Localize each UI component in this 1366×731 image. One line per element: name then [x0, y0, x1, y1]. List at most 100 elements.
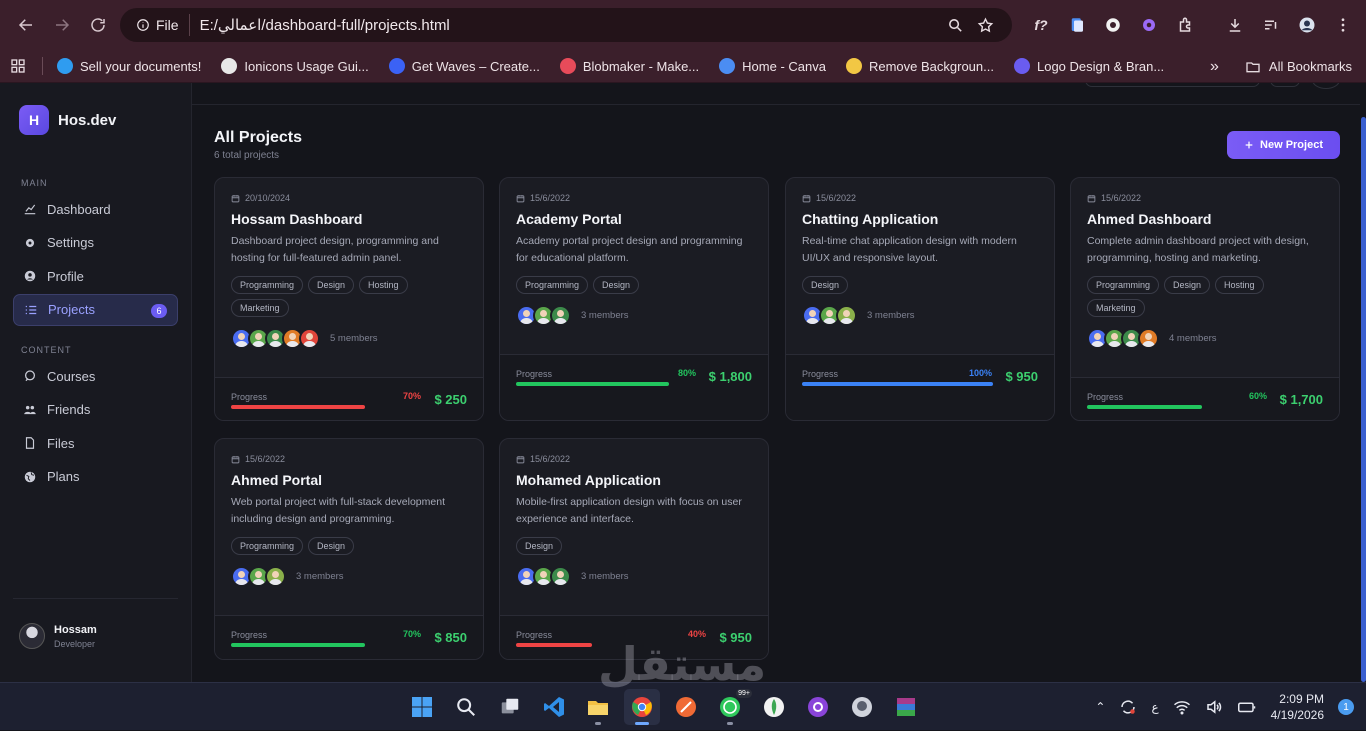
- bookmarks-overflow-button[interactable]: »: [1210, 58, 1219, 76]
- header-avatar[interactable]: [1312, 83, 1340, 89]
- search-input[interactable]: [1085, 83, 1260, 87]
- site-info-chip[interactable]: File: [132, 14, 190, 36]
- taskbar-apps: 99+: [404, 689, 932, 725]
- project-tag: Programming: [231, 537, 304, 555]
- project-card[interactable]: 20/10/2024 Hossam Dashboard Dashboard pr…: [214, 177, 484, 421]
- project-title[interactable]: Chatting Application: [802, 211, 1038, 227]
- back-button[interactable]: [10, 9, 42, 41]
- start-button[interactable]: [404, 689, 440, 725]
- sidebar-item-friends[interactable]: Friends: [13, 394, 178, 426]
- battery-icon[interactable]: [1237, 698, 1257, 716]
- reload-button[interactable]: [82, 9, 114, 41]
- sidebar-item-label: Settings: [47, 235, 94, 250]
- project-tag: Design: [516, 537, 563, 555]
- bookmark-favicon-icon: [1013, 58, 1030, 74]
- bookmark-item[interactable]: Blobmaker - Make...: [559, 58, 699, 74]
- sidebar-item-label: Projects: [48, 302, 95, 317]
- forward-button[interactable]: [46, 9, 78, 41]
- project-members: 5 members: [231, 327, 467, 349]
- bookmark-item[interactable]: Ionicons Usage Gui...: [221, 58, 369, 74]
- progress-bar: [231, 405, 422, 409]
- arrow-left-icon: [18, 19, 32, 31]
- bookmark-item[interactable]: Remove Backgroun...: [845, 58, 994, 74]
- extensions-area: f?: [1024, 8, 1360, 42]
- postman-app[interactable]: [668, 689, 704, 725]
- progress-label: Progress: [231, 630, 268, 640]
- project-members: 3 members: [802, 304, 1038, 326]
- new-project-label: New Project: [1260, 139, 1323, 151]
- mongodb-app[interactable]: [756, 689, 792, 725]
- sidebar-item-profile[interactable]: Profile: [13, 260, 178, 292]
- plus-icon: [1245, 141, 1253, 149]
- sidebar-item-projects[interactable]: Projects 6: [13, 293, 178, 326]
- docs-extension-icon[interactable]: [1060, 8, 1094, 42]
- progress-percent: 100%: [968, 368, 992, 378]
- progress-fill: [516, 643, 593, 647]
- project-title[interactable]: Academy Portal: [516, 211, 752, 227]
- brand[interactable]: H Hos.dev: [19, 105, 116, 135]
- task-view-button[interactable]: [492, 689, 528, 725]
- sidebar-user[interactable]: Hossam Developer: [13, 598, 178, 649]
- bookmark-favicon-icon: [719, 58, 736, 74]
- progress-bar: [1087, 405, 1278, 409]
- menu-kebab-icon[interactable]: [1326, 8, 1360, 42]
- bookmark-item[interactable]: Logo Design & Bran...: [1013, 58, 1164, 74]
- new-project-button[interactable]: New Project: [1227, 131, 1340, 159]
- bookmark-item[interactable]: Sell your documents!: [57, 58, 201, 74]
- project-card[interactable]: 15/6/2022 Ahmed Dashboard Complete admin…: [1070, 177, 1340, 421]
- project-title[interactable]: Ahmed Portal: [231, 472, 467, 488]
- project-tag: Marketing: [1087, 299, 1145, 317]
- bookmark-star-button[interactable]: [970, 10, 1000, 40]
- bookmark-item[interactable]: Get Waves – Create...: [388, 58, 540, 74]
- clock-time: 2:09 PM: [1279, 692, 1324, 706]
- magnifier-icon: [948, 18, 962, 32]
- member-avatar: [836, 304, 857, 326]
- project-card[interactable]: 15/6/2022 Chatting Application Real-time…: [785, 177, 1055, 421]
- notification-badge[interactable]: 1: [1338, 699, 1354, 715]
- wifi-icon[interactable]: [1173, 698, 1191, 716]
- project-tag: Hosting: [1215, 276, 1264, 294]
- sidebar-item-label: Profile: [47, 268, 84, 284]
- user-icon: [24, 270, 36, 282]
- project-title[interactable]: Ahmed Dashboard: [1087, 211, 1323, 227]
- progress-fill: [802, 382, 993, 386]
- fx-extension-icon[interactable]: f?: [1024, 8, 1058, 42]
- gear-extension-icon[interactable]: [1132, 8, 1166, 42]
- tableplus-app[interactable]: [844, 689, 880, 725]
- vscode-app[interactable]: [536, 689, 572, 725]
- puzzle-icon[interactable]: [1168, 8, 1202, 42]
- media-control-icon[interactable]: [1254, 8, 1288, 42]
- project-title[interactable]: Hossam Dashboard: [231, 211, 467, 227]
- clock[interactable]: 2:09 PM 4/19/2026: [1271, 691, 1324, 723]
- github-extension-icon[interactable]: [1096, 8, 1130, 42]
- chrome-app[interactable]: [624, 689, 660, 725]
- sidebar-item-files[interactable]: Files: [13, 427, 178, 459]
- project-card[interactable]: 15/6/2022 Academy Portal Academy portal …: [499, 177, 769, 421]
- zoom-button[interactable]: [940, 10, 970, 40]
- search-button[interactable]: [448, 689, 484, 725]
- page-scrollbar[interactable]: [1361, 117, 1366, 682]
- whatsapp-app[interactable]: 99+: [712, 689, 752, 725]
- sidebar-item-courses[interactable]: Courses: [13, 360, 178, 392]
- apps-grid-icon[interactable]: [10, 58, 26, 74]
- download-icon[interactable]: [1218, 8, 1252, 42]
- url-text[interactable]: E:/اعمالي/dashboard-full/projects.html: [190, 16, 940, 34]
- volume-icon[interactable]: [1205, 698, 1223, 716]
- all-bookmarks-button[interactable]: All Bookmarks: [1269, 59, 1352, 74]
- profile-avatar-icon[interactable]: [1290, 8, 1324, 42]
- header-icon-button[interactable]: [1270, 83, 1300, 87]
- chevron-up-icon[interactable]: ⌃: [1095, 700, 1105, 714]
- address-bar[interactable]: File E:/اعمالي/dashboard-full/projects.h…: [120, 8, 1012, 42]
- project-card[interactable]: 15/6/2022 Ahmed Portal Web portal projec…: [214, 438, 484, 660]
- file-explorer-app[interactable]: [580, 689, 616, 725]
- project-card[interactable]: 15/6/2022 Mohamed Application Mobile-fir…: [499, 438, 769, 660]
- bookmark-item[interactable]: Home - Canva: [719, 58, 826, 74]
- github-desktop-app[interactable]: [800, 689, 836, 725]
- sidebar-item-plans[interactable]: Plans: [13, 461, 178, 493]
- sync-icon[interactable]: [1119, 698, 1137, 716]
- project-title[interactable]: Mohamed Application: [516, 472, 752, 488]
- sidebar-item-settings[interactable]: Settings: [13, 227, 178, 259]
- sidebar-item-dashboard[interactable]: Dashboard: [13, 193, 178, 225]
- language-indicator[interactable]: ع: [1151, 700, 1158, 714]
- winrar-app[interactable]: [888, 689, 924, 725]
